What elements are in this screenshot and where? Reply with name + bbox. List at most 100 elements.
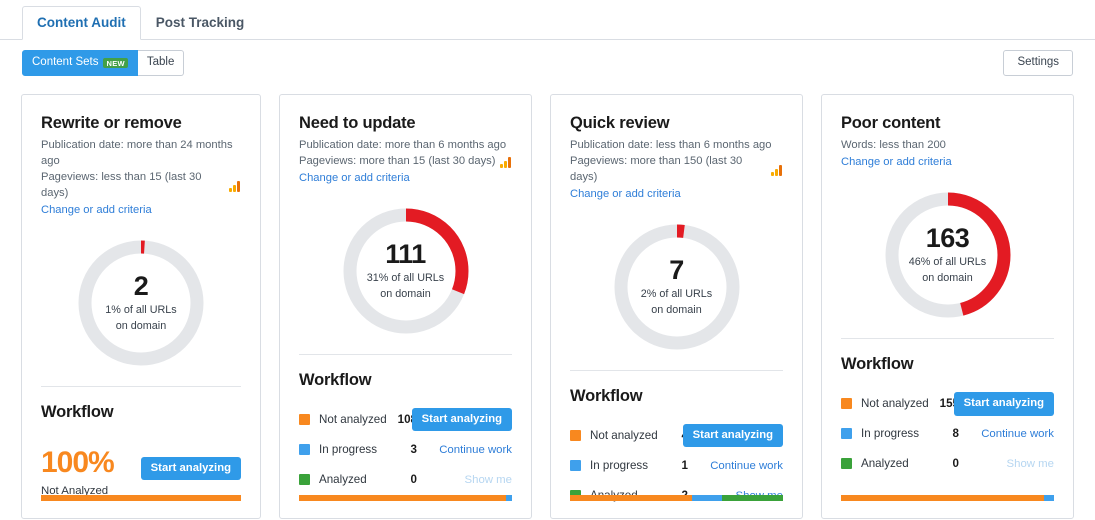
workflow-status-label: Not analyzed	[590, 429, 658, 442]
change-criteria-link[interactable]: Change or add criteria	[841, 156, 1054, 168]
workflow-status-label: Analyzed	[319, 473, 383, 486]
workflow-rows: Not analyzed 155 Start analyzing In prog…	[841, 389, 1054, 479]
start-analyzing-button[interactable]: Start analyzing	[141, 457, 241, 480]
progress-segment	[1044, 495, 1054, 501]
card-title: Rewrite or remove	[41, 114, 241, 133]
card-criteria-line: Words: less than 200	[841, 138, 1054, 154]
donut-percent-label: 46% of all URLs	[909, 255, 986, 269]
settings-button-label: Settings	[1017, 56, 1059, 68]
status-color-swatch	[299, 414, 310, 425]
change-criteria-link[interactable]: Change or add criteria	[41, 204, 241, 216]
content-set-card: Poor contentWords: less than 200Change o…	[821, 94, 1074, 519]
workflow-row-action: Continue work	[966, 428, 1054, 440]
continue-work-link[interactable]: Continue work	[439, 444, 512, 456]
card-criteria-text: Pageviews: more than 150 (last 30 days)	[570, 154, 767, 186]
google-analytics-bar-icon	[229, 181, 241, 192]
donut-chart: 163 46% of all URLs on domain	[883, 190, 1013, 320]
status-color-swatch	[841, 398, 852, 409]
view-option-content-sets[interactable]: Content Sets NEW	[22, 50, 138, 76]
continue-work-link[interactable]: Continue work	[981, 428, 1054, 440]
workflow-row: Not analyzed 108 Start analyzing	[299, 405, 512, 435]
workflow-row: Not analyzed 4 Start analyzing	[570, 421, 783, 451]
progress-segment	[299, 495, 506, 501]
card-divider	[41, 386, 241, 387]
new-badge: NEW	[103, 58, 127, 69]
show-me-link: Show me	[1007, 458, 1054, 470]
donut-chart: 7 2% of all URLs on domain	[612, 222, 742, 352]
progress-segment	[570, 495, 692, 501]
card-divider	[570, 370, 783, 371]
workflow-progress-bar	[841, 495, 1054, 501]
donut-chart-wrap: 7 2% of all URLs on domain	[570, 212, 783, 362]
donut-domain-label: on domain	[922, 271, 972, 285]
workflow-heading: Workflow	[570, 387, 783, 406]
workflow-status-label: Analyzed	[861, 457, 925, 470]
tab-post-tracking[interactable]: Post Tracking	[141, 6, 260, 41]
workflow-rows: Not analyzed 108 Start analyzing In prog…	[299, 405, 512, 495]
workflow-status-count: 8	[925, 427, 959, 440]
tab-post-tracking-label: Post Tracking	[156, 15, 245, 30]
progress-segment	[841, 495, 1044, 501]
content-set-card: Need to updatePublication date: more tha…	[279, 94, 532, 519]
workflow-status-label: Not analyzed	[861, 397, 929, 410]
card-criteria-line: Publication date: more than 24 months ag…	[41, 138, 241, 170]
tab-content-audit-label: Content Audit	[37, 15, 126, 30]
donut-domain-label: on domain	[651, 303, 701, 317]
view-option-table[interactable]: Table	[138, 50, 185, 76]
workflow-percent-block: 100% Not Analyzed	[41, 448, 114, 497]
tab-content-audit[interactable]: Content Audit	[22, 6, 141, 41]
workflow-status-label: In progress	[590, 459, 654, 472]
progress-segment	[506, 495, 512, 501]
workflow-row: Not analyzed 155 Start analyzing	[841, 389, 1054, 419]
card-criteria-text: Words: less than 200	[841, 138, 946, 154]
card-criteria-text: Publication date: less than 6 months ago	[570, 138, 772, 154]
workflow-row: In progress 3 Continue work	[299, 435, 512, 465]
card-divider	[299, 354, 512, 355]
change-criteria-link[interactable]: Change or add criteria	[570, 188, 783, 200]
donut-chart-wrap: 111 31% of all URLs on domain	[299, 196, 512, 346]
workflow-row-action: Start analyzing	[424, 408, 512, 431]
view-toolbar: Content Sets NEW Table Settings	[0, 40, 1095, 86]
workflow-summary: 100% Not Analyzed Start analyzing	[41, 448, 241, 497]
donut-percent-label: 2% of all URLs	[641, 287, 712, 301]
workflow-progress-bar	[299, 495, 512, 501]
view-option-table-label: Table	[147, 57, 175, 69]
workflow-heading: Workflow	[841, 355, 1054, 374]
donut-percent-label: 31% of all URLs	[367, 271, 444, 285]
google-analytics-bar-icon	[500, 157, 512, 168]
view-switcher: Content Sets NEW Table	[22, 50, 184, 76]
main-tab-strip: Content Audit Post Tracking	[0, 0, 1095, 40]
progress-segment	[722, 495, 783, 501]
workflow-row: Analyzed 0 Show me	[299, 465, 512, 495]
workflow-row-action: Start analyzing	[695, 424, 783, 447]
card-title: Need to update	[299, 114, 512, 133]
donut-percent-label: 1% of all URLs	[105, 303, 176, 317]
progress-segment	[41, 495, 241, 501]
settings-button[interactable]: Settings	[1003, 50, 1073, 76]
workflow-status-label: In progress	[861, 427, 925, 440]
content-sets-grid: Rewrite or remove Publication date: more …	[0, 86, 1095, 519]
workflow-row-action: Continue work	[695, 460, 783, 472]
donut-value: 2	[134, 272, 149, 300]
workflow-row: In progress 1 Continue work	[570, 451, 783, 481]
content-set-card: Quick reviewPublication date: less than …	[550, 94, 803, 519]
start-analyzing-button[interactable]: Start analyzing	[683, 424, 783, 447]
card-criteria-text: Pageviews: less than 15 (last 30 days)	[41, 170, 225, 202]
donut-chart: 111 31% of all URLs on domain	[341, 206, 471, 336]
workflow-heading: Workflow	[299, 371, 512, 390]
start-analyzing-button[interactable]: Start analyzing	[412, 408, 512, 431]
card-criteria-line: Publication date: less than 6 months ago	[570, 138, 783, 154]
start-analyzing-button[interactable]: Start analyzing	[954, 392, 1054, 415]
view-option-content-sets-label: Content Sets	[32, 57, 98, 69]
workflow-progress-bar	[570, 495, 783, 501]
workflow-row: In progress 8 Continue work	[841, 419, 1054, 449]
workflow-status-count: 1	[654, 459, 688, 472]
change-criteria-link[interactable]: Change or add criteria	[299, 172, 512, 184]
status-color-swatch	[299, 444, 310, 455]
workflow-status-count: 0	[383, 473, 417, 486]
progress-segment	[692, 495, 722, 501]
donut-value: 163	[926, 224, 970, 252]
continue-work-link[interactable]: Continue work	[710, 460, 783, 472]
workflow-row-action: Show me	[966, 458, 1054, 470]
donut-domain-label: on domain	[116, 319, 166, 333]
